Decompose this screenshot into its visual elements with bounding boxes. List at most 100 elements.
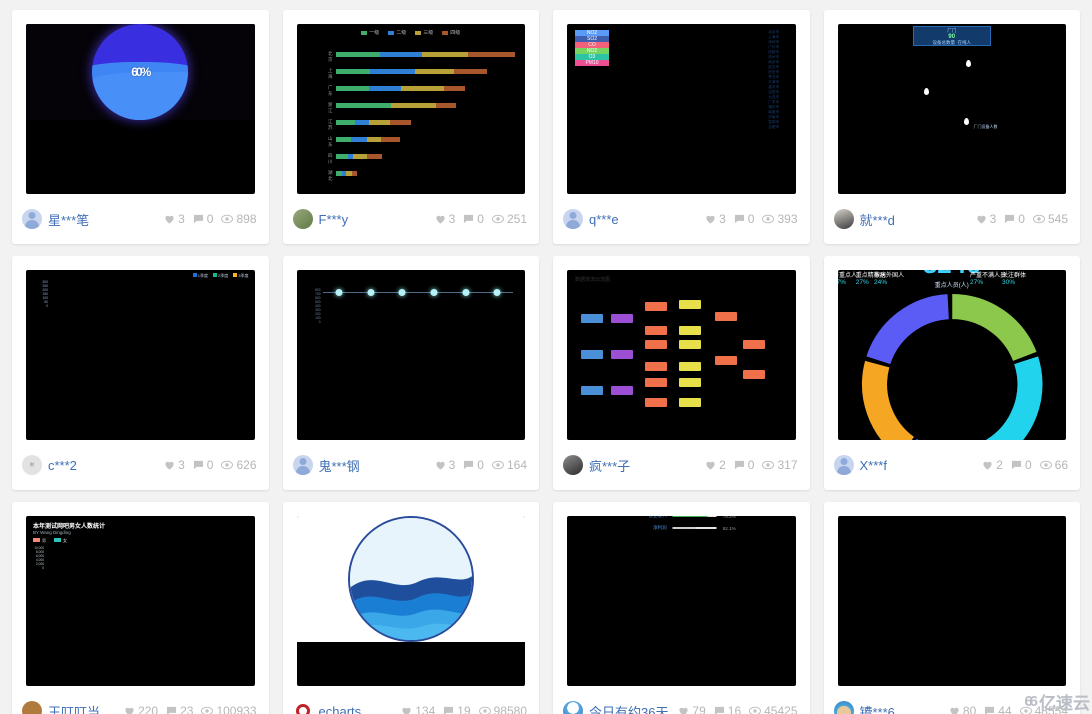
chart-card[interactable]: 一级 二级 三级 四级 北京 上海 广东 浙江 江苏 山东 四川 湖北 F***y 3 0 251 xyxy=(282,10,540,244)
view-count: 100933 xyxy=(216,704,257,714)
heart-icon xyxy=(401,706,412,714)
chart-thumbnail[interactable]: 本年测试网吧男女人数统计 BY Wang Dingding 男女 10,000 8,0… xyxy=(26,516,255,686)
comment-count: 0 xyxy=(477,212,484,226)
like-count: 2 xyxy=(996,458,1003,472)
card-meta: F***y 3 0 251 xyxy=(283,194,540,244)
card-meta: 财 c***2 3 0 626 xyxy=(12,440,269,490)
view-count: 66 xyxy=(1054,458,1068,472)
view-count: 317 xyxy=(777,458,798,472)
avatar[interactable] xyxy=(563,455,583,475)
comment-count: 0 xyxy=(1024,458,1032,472)
author-name[interactable]: 鬼***钢 xyxy=(319,456,360,475)
chart-thumbnail[interactable]: 厂门90设备总数量 在线人 厂门设备人数 用户总数量3446用户总数量5508P… xyxy=(837,24,1066,194)
chart-card[interactable]: 8007006005004003002001000201420152016201… xyxy=(282,256,539,490)
card-stats: 80 44 48554 xyxy=(949,704,1068,714)
eye-icon xyxy=(749,706,762,714)
author-name[interactable]: 王叮叮当... xyxy=(48,702,111,714)
chart-thumbnail[interactable] xyxy=(837,516,1066,686)
view-count: 45425 xyxy=(764,704,798,714)
comment-count: 0 xyxy=(206,212,214,226)
chart-card[interactable]: 3246重点人员(人)严重不满人员27%关注群体30%散居外国人24%访重点人2… xyxy=(823,256,1081,490)
card-meta: q***e 3 0 393 xyxy=(553,194,810,244)
card-stats: 3 0 393 xyxy=(705,212,798,226)
chart-card[interactable]: echarts 134 19 98580 xyxy=(282,502,540,714)
avatar[interactable] xyxy=(22,209,42,229)
chart-thumbnail[interactable] xyxy=(296,516,525,686)
heart-icon xyxy=(705,214,716,224)
author-name[interactable]: 星***笔 xyxy=(48,210,89,229)
card-stats: 3 0 545 xyxy=(976,212,1068,226)
avatar[interactable] xyxy=(833,209,854,229)
avatar[interactable] xyxy=(292,455,313,475)
avatar[interactable] xyxy=(292,209,313,229)
like-count: 220 xyxy=(138,704,159,714)
avatar[interactable] xyxy=(833,701,854,714)
comment-icon xyxy=(714,706,725,714)
avatar[interactable] xyxy=(833,455,854,475)
author-name[interactable]: 就***d xyxy=(860,210,895,229)
chart-thumbnail[interactable]: 8007006005004003002001000201420152016201… xyxy=(296,270,525,440)
author-name[interactable]: 镄***6 xyxy=(860,702,895,714)
card-meta: echarts 134 19 98580 xyxy=(283,686,540,714)
author-name[interactable]: 今日有约36天 xyxy=(589,702,668,714)
chart-card[interactable]: 厂门90设备总数量 在线人 厂门设备人数 用户总数量3446用户总数量5508P… xyxy=(823,10,1080,244)
eye-icon xyxy=(491,460,504,470)
chart-card[interactable]: 60% 星***笔 3 0 898 xyxy=(12,10,269,244)
author-name[interactable]: echarts xyxy=(319,704,362,714)
comment-count: 0 xyxy=(747,212,755,226)
eye-icon xyxy=(201,706,214,714)
chart-card[interactable]: 1季度 2季度 3季度 300 250 200 150 100 50 0 财 c***2 3 0 … xyxy=(12,256,269,490)
author-name[interactable]: c***2 xyxy=(48,458,77,473)
card-meta: 今日有约36天 79 16 45425 xyxy=(553,686,810,714)
chart-thumbnail[interactable]: NO2 SO2 CO NO2 O3 PM10 北京市 上海市 深圳市 广州市 成都市 杭州市 南京市武… xyxy=(567,24,796,194)
eye-icon xyxy=(221,460,234,470)
avatar[interactable] xyxy=(563,209,583,229)
comment-count: 16 xyxy=(727,704,742,714)
comment-count: 0 xyxy=(206,458,214,472)
chart-thumbnail[interactable]: 财务费用占比68.4%营业收入79.2%净利润52.1% xyxy=(567,516,796,686)
like-count: 80 xyxy=(962,704,977,714)
eye-icon xyxy=(478,706,491,714)
chart-thumbnail[interactable]: 一级 二级 三级 四级 北京 上海 广东 浙江 江苏 山东 四川 湖北 xyxy=(296,24,525,194)
heart-icon xyxy=(678,706,689,714)
chart-thumbnail[interactable]: 1季度 2季度 3季度 300 250 200 150 100 50 0 xyxy=(26,270,255,440)
chart-thumbnail[interactable]: 数据体流出流图 xyxy=(567,270,796,440)
card-stats: 79 16 45425 xyxy=(678,704,798,714)
like-count: 3 xyxy=(178,212,185,226)
avatar[interactable]: 财 xyxy=(22,455,42,475)
comment-count: 23 xyxy=(180,704,194,714)
author-name[interactable]: 疯***子 xyxy=(589,456,630,475)
eye-icon xyxy=(762,460,775,470)
card-stats: 134 19 98580 xyxy=(401,704,527,714)
chart-thumbnail[interactable]: 60% xyxy=(26,24,255,194)
eye-icon xyxy=(1019,706,1032,714)
like-count: 134 xyxy=(415,704,436,714)
author-name[interactable]: F***y xyxy=(319,212,349,227)
view-count: 164 xyxy=(506,458,527,472)
card-stats: 3 0 251 xyxy=(435,212,527,226)
chart-card[interactable]: 数据体流出流图 疯***子 2 0 317 xyxy=(553,256,810,490)
avatar[interactable] xyxy=(292,701,313,714)
view-count: 393 xyxy=(777,212,798,226)
chart-card[interactable]: 本年测试网吧男女人数统计 BY Wang Dingding 男女 10,000 8,0… xyxy=(12,502,269,714)
chart-card[interactable]: 财务费用占比68.4%营业收入79.2%净利润52.1% 今日有约36天 79 … xyxy=(553,502,810,714)
card-stats: 3 0 164 xyxy=(435,458,527,472)
like-count: 3 xyxy=(719,212,726,226)
chart-card[interactable]: 镄***6 80 44 48554 xyxy=(823,502,1080,714)
heart-icon xyxy=(124,706,135,714)
view-count: 898 xyxy=(236,212,257,226)
comment-icon xyxy=(193,460,204,470)
author-name[interactable]: q***e xyxy=(589,212,619,227)
view-count: 545 xyxy=(1047,212,1068,226)
heart-icon xyxy=(949,706,960,714)
like-count: 3 xyxy=(448,458,456,472)
chart-card[interactable]: NO2 SO2 CO NO2 O3 PM10 北京市 上海市 深圳市 广州市 成都市 杭州市 南京市武… xyxy=(553,10,810,244)
chart-thumbnail[interactable]: 3246重点人员(人)严重不满人员27%关注群体30%散居外国人24%访重点人2… xyxy=(837,270,1066,440)
card-meta: 星***笔 3 0 898 xyxy=(12,194,269,244)
view-count: 48554 xyxy=(1034,704,1068,714)
eye-icon xyxy=(1039,460,1052,470)
card-meta: X***f 2 0 66 xyxy=(824,440,1081,490)
author-name[interactable]: X***f xyxy=(860,458,887,473)
avatar[interactable] xyxy=(22,701,42,714)
avatar[interactable] xyxy=(563,701,583,714)
